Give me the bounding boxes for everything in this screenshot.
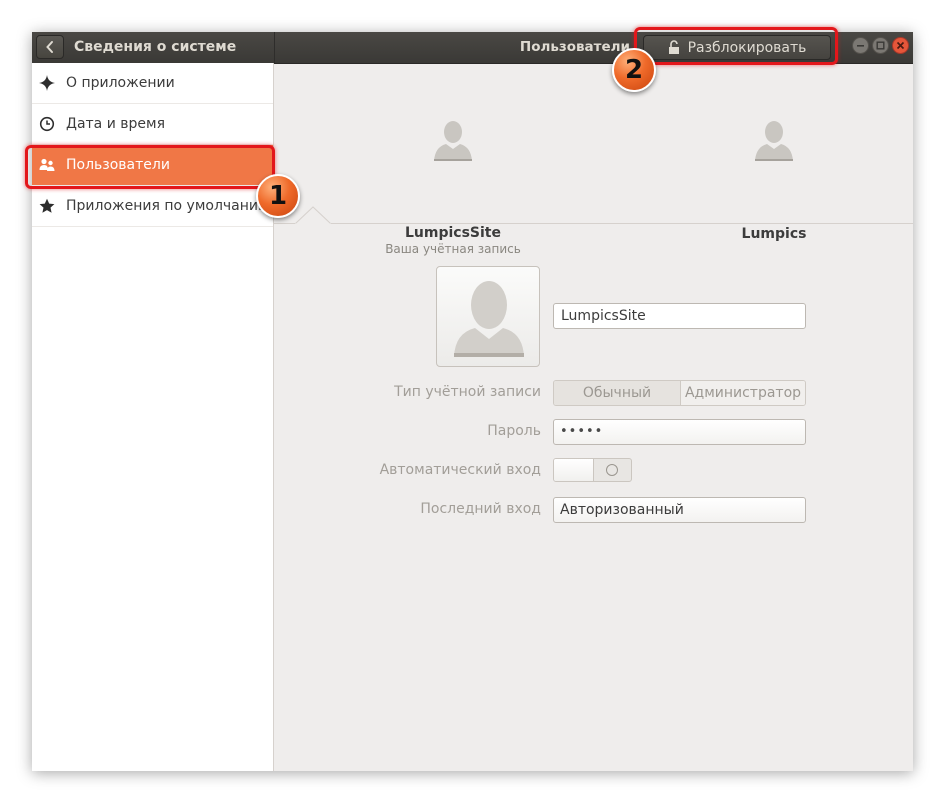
sparkle-icon: [38, 74, 56, 92]
sidebar-item-label: Приложения по умолчанию: [66, 198, 270, 214]
user-avatar-icon: [454, 281, 524, 357]
account-type-standard[interactable]: Обычный: [554, 381, 681, 405]
sidebar-item-datetime[interactable]: Дата и время: [32, 104, 273, 145]
step-badge-2: 2: [612, 48, 656, 92]
sidebar-item-label: Дата и время: [66, 116, 165, 132]
users-panel: LumpicsSite Ваша учётная запись Lumpics …: [274, 63, 913, 771]
star-icon: [38, 197, 56, 215]
sidebar-item-default-apps[interactable]: Приложения по умолчанию: [32, 186, 273, 227]
account-type-label: Тип учётной записи: [394, 384, 541, 400]
last-login-label: Последний вход: [420, 501, 541, 517]
account-type-selector[interactable]: Обычный Администратор: [553, 380, 806, 406]
user-photo-button[interactable]: [436, 266, 540, 367]
password-label: Пароль: [487, 423, 541, 439]
close-button[interactable]: [892, 37, 909, 54]
back-button[interactable]: [36, 35, 64, 59]
user-avatar-icon: [755, 121, 793, 161]
user-subtitle: Ваша учётная запись: [385, 242, 521, 256]
username-field[interactable]: LumpicsSite: [553, 303, 806, 329]
user-avatar-icon: [434, 121, 472, 161]
account-type-admin[interactable]: Администратор: [681, 381, 805, 405]
window-controls: [852, 37, 909, 54]
sidebar-item-label: О приложении: [66, 75, 175, 91]
minimize-icon: [857, 45, 864, 47]
chevron-left-icon: [46, 41, 53, 53]
close-icon: [896, 41, 905, 50]
clock-icon: [38, 115, 56, 133]
selection-pointer: [295, 206, 331, 225]
settings-window: Сведения о системе Пользователи Разблоки…: [32, 32, 913, 771]
switch-knob: [554, 459, 594, 481]
highlight-unlock: [634, 27, 838, 65]
window-title: Сведения о системе: [74, 39, 237, 55]
last-login-field[interactable]: Авторизованный: [553, 497, 806, 523]
maximize-button[interactable]: [872, 37, 889, 54]
user-name: LumpicsSite: [405, 225, 501, 241]
off-indicator-icon: [606, 464, 618, 476]
highlight-users: [25, 145, 275, 189]
maximize-icon: [876, 41, 885, 50]
sidebar-item-about[interactable]: О приложении: [32, 63, 273, 104]
step-badge-1: 1: [256, 174, 300, 218]
autologin-label: Автоматический вход: [379, 462, 541, 478]
password-field[interactable]: •••••: [553, 419, 806, 445]
user-name: Lumpics: [741, 226, 807, 242]
page-subtitle: Пользователи: [519, 39, 630, 55]
minimize-button[interactable]: [852, 37, 869, 54]
autologin-switch[interactable]: [553, 458, 632, 482]
